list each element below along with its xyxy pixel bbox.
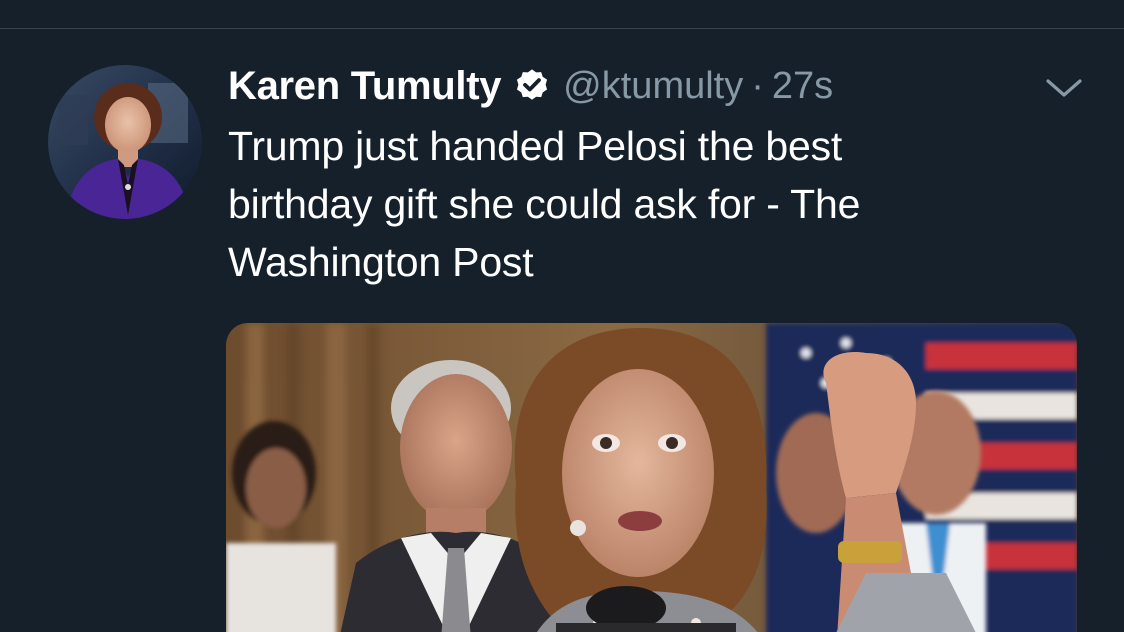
avatar[interactable] bbox=[48, 65, 202, 219]
tweet-header: Karen Tumulty @ktumulty · 27s bbox=[228, 61, 833, 111]
tweet[interactable]: Karen Tumulty @ktumulty · 27s Trump just… bbox=[0, 29, 1124, 632]
tweet-text-line: Trump just handed Pelosi the best bbox=[228, 123, 843, 169]
timestamp[interactable]: 27s bbox=[772, 65, 833, 108]
tweet-text-line: birthday gift she could ask for - The bbox=[228, 181, 861, 227]
separator: · bbox=[751, 64, 764, 107]
chevron-down-icon[interactable] bbox=[1042, 71, 1086, 105]
tweet-text-line: Washington Post bbox=[228, 239, 534, 285]
timeline: Karen Tumulty @ktumulty · 27s Trump just… bbox=[0, 0, 1124, 632]
author-handle[interactable]: @ktumulty bbox=[563, 65, 743, 108]
tweet-media-image[interactable] bbox=[226, 323, 1077, 632]
author-name[interactable]: Karen Tumulty bbox=[228, 64, 501, 109]
tweet-text: Trump just handed Pelosi the best birthd… bbox=[228, 117, 1048, 291]
verified-badge-icon bbox=[513, 67, 551, 105]
